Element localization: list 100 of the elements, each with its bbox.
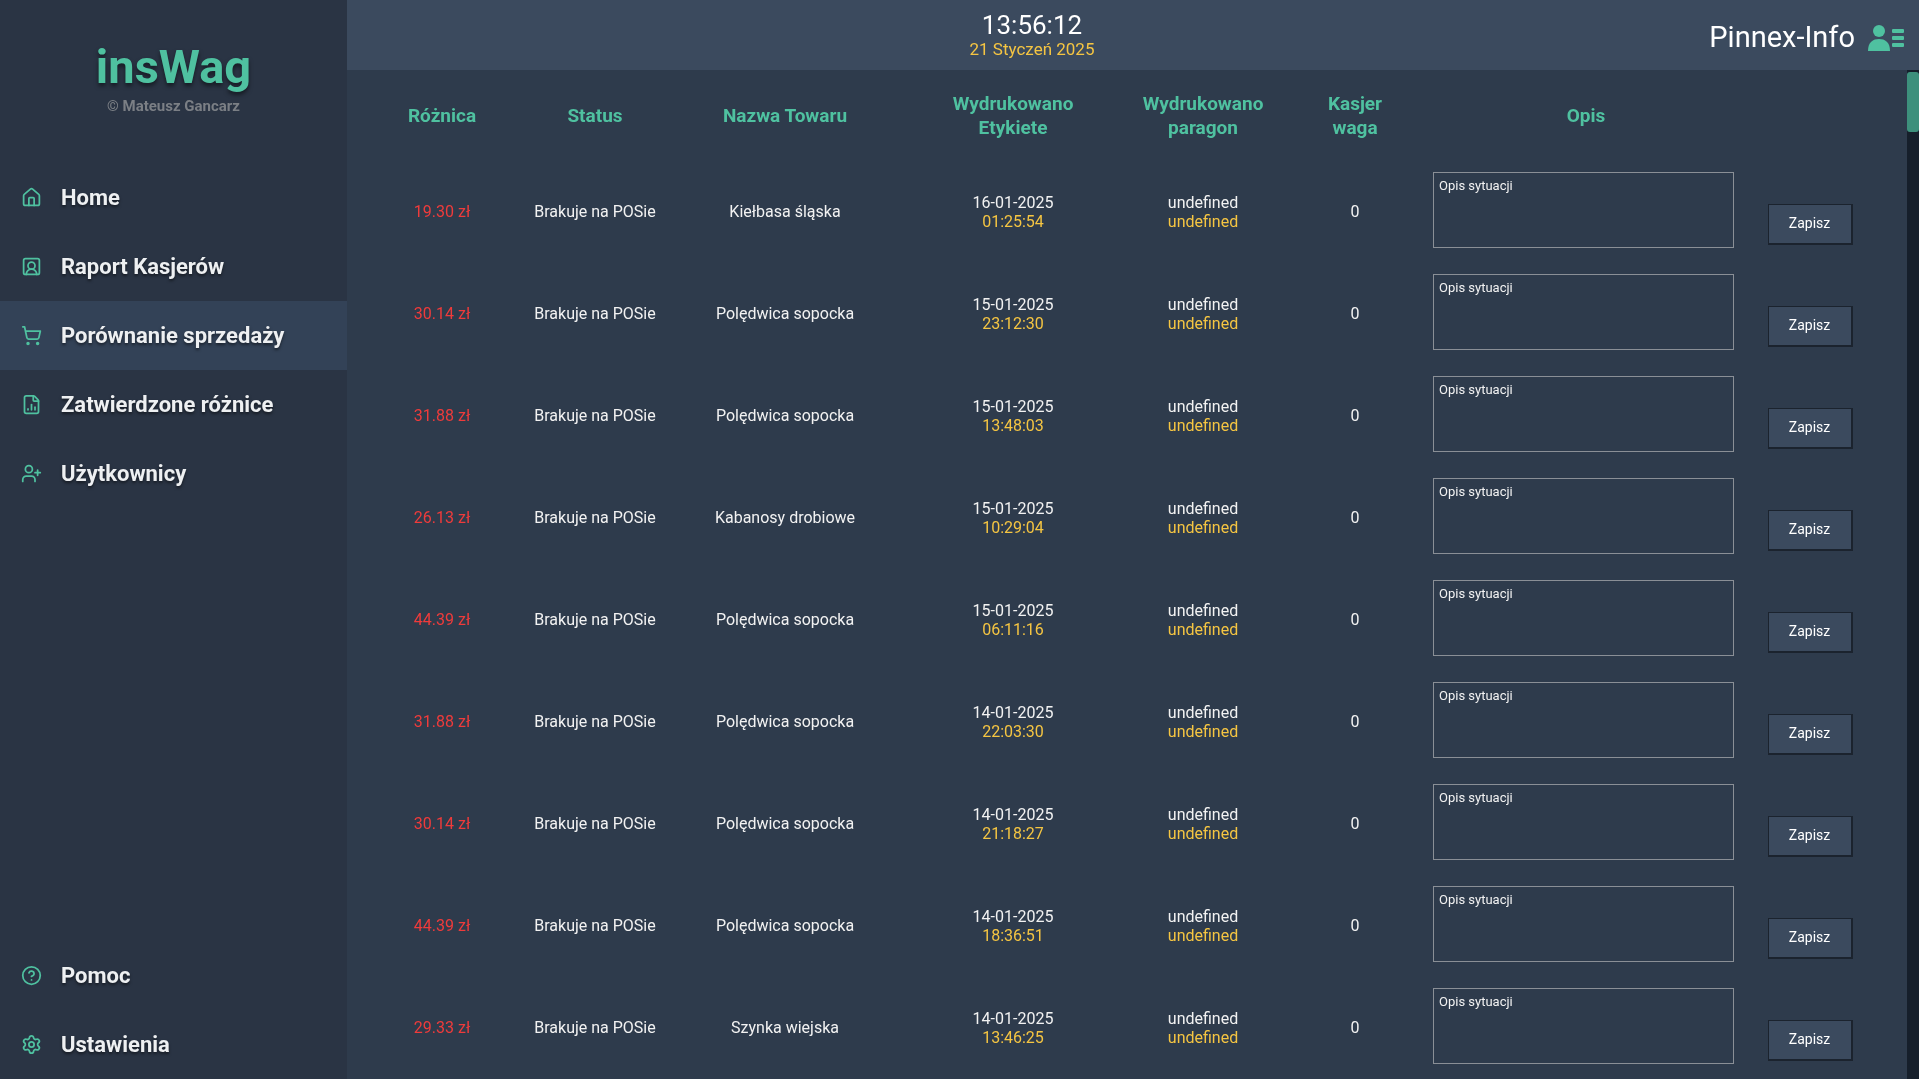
save-button[interactable]: Zapisz <box>1767 917 1853 959</box>
difference-cell-text: 26.13 zł <box>412 507 472 529</box>
save-button[interactable]: Zapisz <box>1767 611 1853 653</box>
description-field[interactable]: Opis sytuacji <box>1433 478 1734 554</box>
product-cell-text: Kiełbasa śląska <box>728 201 842 223</box>
label-date: 15-01-2025 <box>972 601 1054 620</box>
user-card-icon <box>21 255 42 277</box>
user-list-icon[interactable] <box>1867 23 1905 52</box>
weight-cell-text: 0 <box>1349 507 1361 529</box>
label-date: 15-01-2025 <box>972 499 1054 518</box>
product-cell-text: Kabanosy drobiowe <box>713 507 857 529</box>
status-cell-text: Brakuje na POSie <box>533 1017 657 1039</box>
label-time: 23:12:30 <box>982 314 1044 333</box>
chart-file-icon <box>21 393 42 415</box>
label-date: 16-01-2025 <box>972 193 1054 212</box>
description-field[interactable]: Opis sytuacji <box>1433 580 1734 656</box>
receipt-value: undefined <box>1167 907 1239 926</box>
receipt-value: undefined <box>1167 193 1239 212</box>
description-field[interactable]: Opis sytuacji <box>1433 784 1734 860</box>
receipt-time: undefined <box>1167 518 1239 537</box>
save-button[interactable]: Zapisz <box>1767 305 1853 347</box>
nav-item[interactable]: Porównanie sprzedaży <box>0 300 347 370</box>
column-header: Status <box>567 103 623 128</box>
weight-cell-text: 0 <box>1349 1017 1361 1039</box>
receipt-time: undefined <box>1167 824 1239 843</box>
receipt-time: undefined <box>1167 926 1239 945</box>
receipt-value: undefined <box>1167 805 1239 824</box>
save-button[interactable]: Zapisz <box>1767 407 1853 449</box>
receipt-value: undefined <box>1167 601 1239 620</box>
add-user-icon <box>21 462 42 484</box>
current-date: 21 Styczeń 2025 <box>969 39 1095 59</box>
receipt-time: undefined <box>1167 416 1239 435</box>
status-cell-text: Brakuje na POSie <box>533 915 657 937</box>
product-cell-text: Polędwica sopocka <box>714 813 856 835</box>
difference-cell-text: 29.33 zł <box>412 1017 472 1039</box>
receipt-time: undefined <box>1167 722 1239 741</box>
description-field[interactable]: Opis sytuacji <box>1433 172 1734 248</box>
weight-cell-text: 0 <box>1349 303 1361 325</box>
cart-icon <box>21 324 42 346</box>
description-field[interactable]: Opis sytuacji <box>1433 682 1734 758</box>
user-name: Pinnex-Info <box>1709 19 1855 56</box>
save-button[interactable]: Zapisz <box>1767 509 1853 551</box>
description-field[interactable]: Opis sytuacji <box>1433 274 1734 350</box>
status-cell-text: Brakuje na POSie <box>533 711 657 733</box>
receipt-time: undefined <box>1167 212 1239 231</box>
product-cell-text: Polędwica sopocka <box>714 303 856 325</box>
home-icon <box>21 186 42 208</box>
description-field[interactable]: Opis sytuacji <box>1433 988 1734 1064</box>
column-header: Wydrukowano paragon <box>1141 91 1265 140</box>
label-date: 14-01-2025 <box>972 907 1054 926</box>
receipt-time: undefined <box>1167 314 1239 333</box>
column-header: Kasjer waga <box>1326 91 1384 140</box>
column-header: Wydrukowano Etykiete <box>951 91 1075 140</box>
save-button[interactable]: Zapisz <box>1767 713 1853 755</box>
column-header: Różnica <box>407 103 477 128</box>
status-cell-text: Brakuje na POSie <box>533 303 657 325</box>
column-header: Opis <box>1566 103 1606 128</box>
receipt-value: undefined <box>1167 295 1239 314</box>
product-cell-text: Szynka wiejska <box>730 1017 840 1039</box>
label-time: 13:48:03 <box>982 416 1044 435</box>
label-date: 14-01-2025 <box>972 1009 1054 1028</box>
label-time: 10:29:04 <box>982 518 1044 537</box>
product-cell-text: Polędwica sopocka <box>714 405 856 427</box>
label-time: 06:11:16 <box>982 620 1044 639</box>
weight-cell-text: 0 <box>1349 405 1361 427</box>
weight-cell-text: 0 <box>1349 201 1361 223</box>
label-time: 13:46:25 <box>982 1028 1044 1047</box>
label-date: 14-01-2025 <box>972 703 1054 722</box>
difference-cell-text: 30.14 zł <box>412 813 472 835</box>
status-cell-text: Brakuje na POSie <box>533 201 657 223</box>
receipt-time: undefined <box>1167 620 1239 639</box>
receipt-value: undefined <box>1167 1009 1239 1028</box>
product-cell-text: Polędwica sopocka <box>714 711 856 733</box>
label-time: 22:03:30 <box>982 722 1044 741</box>
status-cell-text: Brakuje na POSie <box>533 507 657 529</box>
receipt-value: undefined <box>1167 703 1239 722</box>
save-button[interactable]: Zapisz <box>1767 815 1853 857</box>
description-field[interactable]: Opis sytuacji <box>1433 886 1734 962</box>
copyright-text: © Mateusz Gancarz <box>107 96 240 117</box>
difference-cell-text: 30.14 zł <box>412 303 472 325</box>
difference-cell-text: 31.88 zł <box>412 405 472 427</box>
difference-cell-text: 44.39 zł <box>412 915 472 937</box>
label-date: 14-01-2025 <box>972 805 1054 824</box>
weight-cell-text: 0 <box>1349 609 1361 631</box>
column-header: Nazwa Towaru <box>722 103 848 128</box>
scrollbar[interactable] <box>1907 70 1919 1079</box>
settings-icon <box>21 1034 42 1055</box>
product-cell-text: Polędwica sopocka <box>714 915 856 937</box>
label-time: 01:25:54 <box>982 212 1044 231</box>
clock-time: 13:56:12 <box>981 11 1083 39</box>
help-icon <box>21 965 42 986</box>
receipt-time: undefined <box>1167 1028 1239 1047</box>
description-field[interactable]: Opis sytuacji <box>1433 376 1734 452</box>
save-button[interactable]: Zapisz <box>1767 203 1853 245</box>
save-button[interactable]: Zapisz <box>1767 1019 1853 1061</box>
status-cell-text: Brakuje na POSie <box>533 813 657 835</box>
difference-cell-text: 31.88 zł <box>412 711 472 733</box>
weight-cell-text: 0 <box>1349 915 1361 937</box>
status-cell-text: Brakuje na POSie <box>533 609 657 631</box>
app-logo: insWag <box>95 39 252 95</box>
